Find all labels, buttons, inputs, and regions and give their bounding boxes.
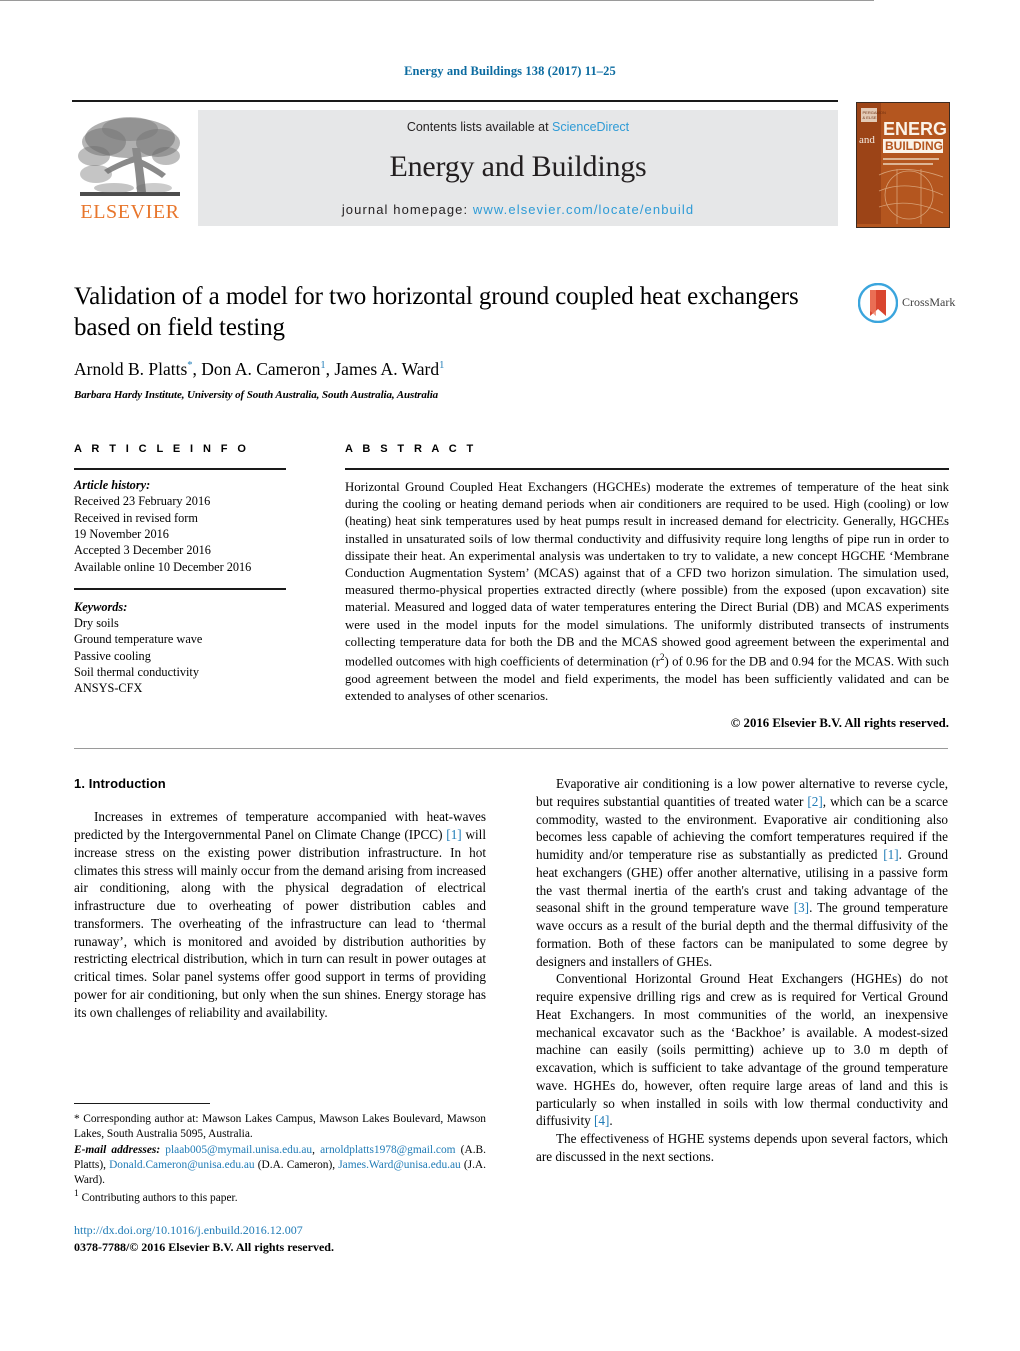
section-title-introduction: 1. Introduction: [74, 776, 166, 791]
keywords-rule: [74, 588, 286, 590]
issn-copyright-line: 0378-7788/© 2016 Elsevier B.V. All right…: [74, 1239, 334, 1254]
cover-art: PERGAMON & ELSE and ENERGY BUILDINGS: [857, 103, 949, 224]
article-history-label: Article history:: [74, 478, 151, 492]
journal-homepage-line: journal homepage: www.elsevier.com/locat…: [198, 202, 838, 217]
history-item: Received in revised form: [74, 510, 198, 525]
article-history: Article history: Received 23 February 20…: [74, 477, 286, 575]
paragraph: Evaporative air conditioning is a low po…: [536, 776, 949, 969]
svg-text:BUILDINGS: BUILDINGS: [885, 139, 946, 153]
body-column-right: Evaporative air conditioning is a low po…: [536, 775, 948, 1166]
contents-line: Contents lists available at ScienceDirec…: [198, 120, 838, 134]
abstract-copyright: © 2016 Elsevier B.V. All rights reserved…: [730, 715, 949, 730]
svg-text:and: and: [859, 134, 875, 146]
history-item: Available online 10 December 2016: [74, 559, 252, 574]
affiliation: Barbara Hardy Institute, University of S…: [74, 389, 439, 401]
sciencedirect-link[interactable]: ScienceDirect: [552, 120, 629, 134]
masthead-top-rule: [72, 100, 838, 102]
keyword-item: ANSYS-CFX: [74, 681, 143, 696]
footnote-body: * Corresponding author at: Mawson Lakes …: [74, 1112, 486, 1206]
article-info-rule: [74, 468, 286, 470]
page-title: Validation of a model for two horizontal…: [74, 283, 799, 341]
contents-prefix: Contents lists available at: [406, 120, 553, 134]
svg-text:ENERGY: ENERGY: [883, 119, 946, 139]
elsevier-tree-icon: [78, 117, 180, 196]
homepage-prefix: journal homepage:: [341, 202, 473, 217]
history-item: Accepted 3 December 2016: [74, 543, 211, 558]
footnote-block: * Corresponding author at: Mawson Lakes …: [74, 1103, 486, 1206]
paragraph: The effectiveness of HGHE systems depend…: [536, 1131, 948, 1164]
keyword-item: Dry soils: [74, 615, 119, 630]
crossmark-label: CrossMark: [902, 295, 956, 309]
footnote-emails[interactable]: E-mail addresses: plaab005@mymail.unisa.…: [74, 1143, 486, 1189]
doi-block: http://dx.doi.org/10.1016/j.enbuild.2016…: [74, 1222, 486, 1255]
svg-text:& ELSE: & ELSE: [863, 115, 877, 120]
journal-cover-thumbnail: PERGAMON & ELSE and ENERGY BUILDINGS: [856, 102, 950, 228]
article-info-heading: A R T I C L E I N F O: [74, 443, 250, 455]
paragraph: Conventional Horizontal Ground Heat Exch…: [536, 971, 948, 1129]
journal-homepage-link[interactable]: www.elsevier.com/locate/enbuild: [473, 202, 694, 217]
body-column-left: 1. Introduction Increases in extremes of…: [74, 775, 486, 1021]
footnote-contributing: 1 Contributing authors to this paper.: [74, 1189, 238, 1205]
info-top-rule: [0, 0, 874, 1]
journal-masthead: ELSEVIER Contents lists available at Sci…: [72, 100, 950, 228]
paragraph: Increases in extremes of temperature acc…: [74, 809, 486, 1020]
keyword-item: Ground temperature wave: [74, 632, 203, 647]
footnote-corresponding-author: * Corresponding author at: Mawson Lakes …: [74, 1113, 486, 1141]
keyword-item: Soil thermal conductivity: [74, 664, 199, 679]
crossmark-badge[interactable]: CrossMark: [857, 282, 958, 325]
abstract-heading: A B S T R A C T: [345, 443, 477, 455]
article-info-column: A R T I C L E I N F O Article history: R…: [74, 443, 286, 697]
history-item: Received 23 February 2016: [74, 494, 211, 509]
keywords-label: Keywords:: [74, 599, 128, 614]
footnote-rule: [74, 1103, 210, 1104]
title-block: Validation of a model for two horizontal…: [74, 282, 844, 401]
running-head: Energy and Buildings 138 (2017) 11–25: [404, 64, 616, 78]
elsevier-logo: ELSEVIER: [74, 112, 186, 224]
abstract-bottom-rule: [74, 748, 948, 749]
abstract-text: Horizontal Ground Coupled Heat Exchanger…: [345, 480, 949, 703]
doi-link[interactable]: http://dx.doi.org/10.1016/j.enbuild.2016…: [74, 1222, 486, 1239]
elsevier-wordmark: ELSEVIER: [80, 201, 180, 223]
keyword-item: Passive cooling: [74, 648, 151, 663]
crossmark-icon: [857, 282, 899, 324]
abstract-column: A B S T R A C T Horizontal Ground Couple…: [345, 443, 949, 731]
history-item: 19 November 2016: [74, 527, 169, 542]
keywords-block: Keywords: Dry soils Ground temperature w…: [74, 599, 286, 697]
author-list: Arnold B. Platts*, Don A. Cameron1, Jame…: [74, 359, 445, 379]
paper-page: Energy and Buildings 138 (2017) 11–25 EL…: [0, 0, 1020, 1351]
abstract-rule: [345, 468, 949, 470]
masthead-band: Contents lists available at ScienceDirec…: [198, 110, 838, 226]
journal-title: Energy and Buildings: [389, 150, 647, 183]
